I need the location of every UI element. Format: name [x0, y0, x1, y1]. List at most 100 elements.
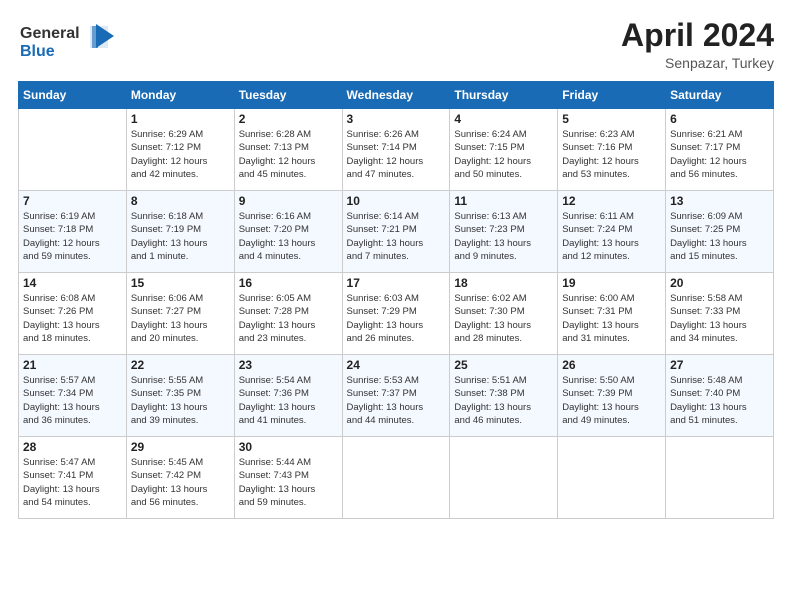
svg-text:Blue: Blue: [20, 43, 55, 60]
cell-w4-d1: 21 Sunrise: 5:57 AMSunset: 7:34 PMDayligh…: [19, 355, 127, 437]
col-tuesday: Tuesday: [234, 82, 342, 109]
svg-text:General: General: [20, 25, 80, 42]
day-number: 18: [454, 276, 553, 290]
day-number: 2: [239, 112, 338, 126]
cell-w5-d5: [450, 437, 558, 519]
day-number: 30: [239, 440, 338, 454]
day-info: Sunrise: 5:53 AMSunset: 7:37 PMDaylight:…: [347, 374, 446, 427]
col-wednesday: Wednesday: [342, 82, 450, 109]
day-info: Sunrise: 5:47 AMSunset: 7:41 PMDaylight:…: [23, 456, 122, 509]
day-number: 9: [239, 194, 338, 208]
day-number: 21: [23, 358, 122, 372]
day-info: Sunrise: 6:16 AMSunset: 7:20 PMDaylight:…: [239, 210, 338, 263]
day-number: 6: [670, 112, 769, 126]
cell-w4-d5: 25 Sunrise: 5:51 AMSunset: 7:38 PMDayligh…: [450, 355, 558, 437]
day-number: 11: [454, 194, 553, 208]
day-number: 17: [347, 276, 446, 290]
cell-w2-d1: 7Sunrise: 6:19 AMSunset: 7:18 PMDaylight…: [19, 191, 127, 273]
week-row-2: 7Sunrise: 6:19 AMSunset: 7:18 PMDaylight…: [19, 191, 774, 273]
cell-w2-d7: 13 Sunrise: 6:09 AMSunset: 7:25 PMDayligh…: [666, 191, 774, 273]
col-saturday: Saturday: [666, 82, 774, 109]
day-number: 16: [239, 276, 338, 290]
day-info: Sunrise: 5:45 AMSunset: 7:42 PMDaylight:…: [131, 456, 230, 509]
day-info: Sunrise: 6:26 AMSunset: 7:14 PMDaylight:…: [347, 128, 446, 181]
day-number: 25: [454, 358, 553, 372]
day-info: Sunrise: 6:11 AMSunset: 7:24 PMDaylight:…: [562, 210, 661, 263]
day-number: 10: [347, 194, 446, 208]
day-number: 12: [562, 194, 661, 208]
header-row: Sunday Monday Tuesday Wednesday Thursday…: [19, 82, 774, 109]
logo: General Blue: [18, 18, 123, 67]
day-number: 23: [239, 358, 338, 372]
cell-w2-d4: 10Sunrise: 6:14 AMSunset: 7:21 PMDayligh…: [342, 191, 450, 273]
day-number: 26: [562, 358, 661, 372]
day-info: Sunrise: 5:57 AMSunset: 7:34 PMDaylight:…: [23, 374, 122, 427]
cell-w1-d4: 3 Sunrise: 6:26 AMSunset: 7:14 PMDaylight…: [342, 109, 450, 191]
cell-w1-d6: 5Sunrise: 6:23 AMSunset: 7:16 PMDaylight…: [558, 109, 666, 191]
cell-w3-d6: 19Sunrise: 6:00 AMSunset: 7:31 PMDayligh…: [558, 273, 666, 355]
day-info: Sunrise: 6:13 AMSunset: 7:23 PMDaylight:…: [454, 210, 553, 263]
col-thursday: Thursday: [450, 82, 558, 109]
day-info: Sunrise: 6:23 AMSunset: 7:16 PMDaylight:…: [562, 128, 661, 181]
col-friday: Friday: [558, 82, 666, 109]
cell-w4-d6: 26 Sunrise: 5:50 AMSunset: 7:39 PMDayligh…: [558, 355, 666, 437]
cell-w3-d7: 20Sunrise: 5:58 AMSunset: 7:33 PMDayligh…: [666, 273, 774, 355]
cell-w1-d3: 2 Sunrise: 6:28 AMSunset: 7:13 PMDaylight…: [234, 109, 342, 191]
page: General Blue April 2024 Senpazar, Turkey…: [0, 0, 792, 612]
day-info: Sunrise: 6:06 AMSunset: 7:27 PMDaylight:…: [131, 292, 230, 345]
location: Senpazar, Turkey: [621, 55, 774, 71]
day-number: 15: [131, 276, 230, 290]
col-sunday: Sunday: [19, 82, 127, 109]
day-info: Sunrise: 5:44 AMSunset: 7:43 PMDaylight:…: [239, 456, 338, 509]
cell-w1-d7: 6Sunrise: 6:21 AMSunset: 7:17 PMDaylight…: [666, 109, 774, 191]
day-info: Sunrise: 6:18 AMSunset: 7:19 PMDaylight:…: [131, 210, 230, 263]
cell-w5-d6: [558, 437, 666, 519]
cell-w2-d2: 8 Sunrise: 6:18 AMSunset: 7:19 PMDaylight…: [126, 191, 234, 273]
week-row-4: 21 Sunrise: 5:57 AMSunset: 7:34 PMDayligh…: [19, 355, 774, 437]
day-number: 8: [131, 194, 230, 208]
day-info: Sunrise: 5:48 AMSunset: 7:40 PMDaylight:…: [670, 374, 769, 427]
col-monday: Monday: [126, 82, 234, 109]
cell-w2-d6: 12 Sunrise: 6:11 AMSunset: 7:24 PMDayligh…: [558, 191, 666, 273]
cell-w1-d1: [19, 109, 127, 191]
cell-w1-d2: 1Sunrise: 6:29 AMSunset: 7:12 PMDaylight…: [126, 109, 234, 191]
cell-w3-d5: 18 Sunrise: 6:02 AMSunset: 7:30 PMDayligh…: [450, 273, 558, 355]
day-info: Sunrise: 6:09 AMSunset: 7:25 PMDaylight:…: [670, 210, 769, 263]
day-number: 24: [347, 358, 446, 372]
week-row-1: 1Sunrise: 6:29 AMSunset: 7:12 PMDaylight…: [19, 109, 774, 191]
cell-w4-d2: 22Sunrise: 5:55 AMSunset: 7:35 PMDayligh…: [126, 355, 234, 437]
day-number: 7: [23, 194, 122, 208]
day-number: 13: [670, 194, 769, 208]
cell-w3-d3: 16 Sunrise: 6:05 AMSunset: 7:28 PMDayligh…: [234, 273, 342, 355]
day-info: Sunrise: 6:03 AMSunset: 7:29 PMDaylight:…: [347, 292, 446, 345]
title-block: April 2024 Senpazar, Turkey: [621, 18, 774, 71]
cell-w5-d4: [342, 437, 450, 519]
day-number: 22: [131, 358, 230, 372]
day-info: Sunrise: 6:08 AMSunset: 7:26 PMDaylight:…: [23, 292, 122, 345]
cell-w3-d2: 15 Sunrise: 6:06 AMSunset: 7:27 PMDayligh…: [126, 273, 234, 355]
day-info: Sunrise: 5:50 AMSunset: 7:39 PMDaylight:…: [562, 374, 661, 427]
day-info: Sunrise: 6:29 AMSunset: 7:12 PMDaylight:…: [131, 128, 230, 181]
day-number: 28: [23, 440, 122, 454]
day-number: 3: [347, 112, 446, 126]
day-info: Sunrise: 5:51 AMSunset: 7:38 PMDaylight:…: [454, 374, 553, 427]
day-info: Sunrise: 6:28 AMSunset: 7:13 PMDaylight:…: [239, 128, 338, 181]
day-info: Sunrise: 6:05 AMSunset: 7:28 PMDaylight:…: [239, 292, 338, 345]
cell-w5-d1: 28 Sunrise: 5:47 AMSunset: 7:41 PMDayligh…: [19, 437, 127, 519]
cell-w5-d7: [666, 437, 774, 519]
logo-icon: General Blue: [18, 18, 123, 62]
day-info: Sunrise: 6:24 AMSunset: 7:15 PMDaylight:…: [454, 128, 553, 181]
day-number: 20: [670, 276, 769, 290]
cell-w5-d2: 29Sunrise: 5:45 AMSunset: 7:42 PMDayligh…: [126, 437, 234, 519]
calendar-table: Sunday Monday Tuesday Wednesday Thursday…: [18, 81, 774, 519]
day-info: Sunrise: 6:02 AMSunset: 7:30 PMDaylight:…: [454, 292, 553, 345]
week-row-3: 14 Sunrise: 6:08 AMSunset: 7:26 PMDayligh…: [19, 273, 774, 355]
day-number: 14: [23, 276, 122, 290]
week-row-5: 28 Sunrise: 5:47 AMSunset: 7:41 PMDayligh…: [19, 437, 774, 519]
cell-w4-d3: 23Sunrise: 5:54 AMSunset: 7:36 PMDayligh…: [234, 355, 342, 437]
header: General Blue April 2024 Senpazar, Turkey: [18, 18, 774, 71]
calendar-body: 1Sunrise: 6:29 AMSunset: 7:12 PMDaylight…: [19, 109, 774, 519]
month-title: April 2024: [621, 18, 774, 53]
cell-w2-d5: 11 Sunrise: 6:13 AMSunset: 7:23 PMDayligh…: [450, 191, 558, 273]
day-number: 4: [454, 112, 553, 126]
